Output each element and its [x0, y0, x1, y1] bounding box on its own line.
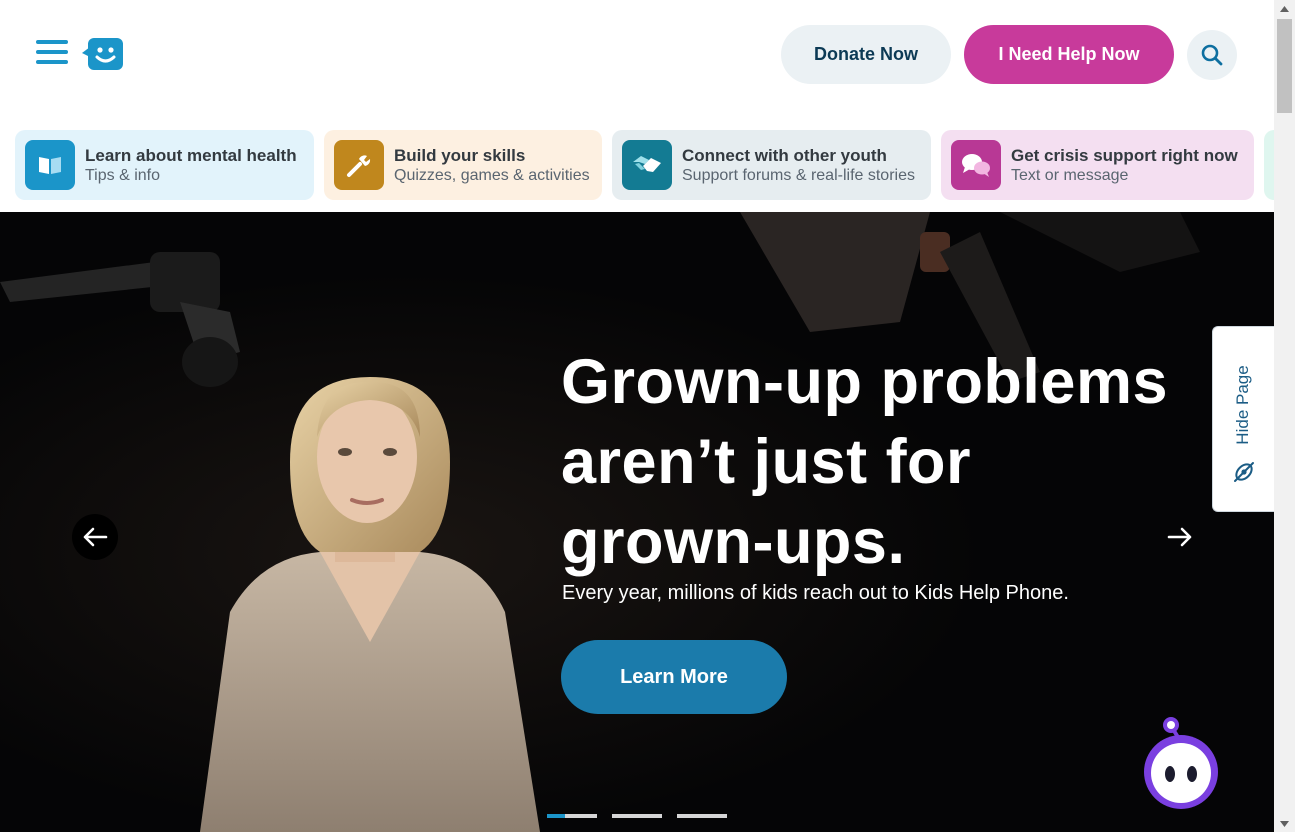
- carousel-dot-progress: [547, 814, 565, 818]
- hero-subtitle: Every year, millions of kids reach out t…: [562, 582, 1069, 604]
- hero-carousel: Grown-up problems aren’t just for grown-…: [0, 212, 1274, 832]
- scroll-down-arrow-icon[interactable]: [1274, 815, 1295, 832]
- category-card-crisis[interactable]: Get crisis support right now Text or mes…: [941, 130, 1254, 200]
- category-title: Learn about mental health: [85, 145, 297, 165]
- category-subtitle: Text or message: [1011, 166, 1129, 184]
- hide-page-label: Hide Page: [1233, 365, 1252, 445]
- search-button[interactable]: [1187, 30, 1237, 80]
- hide-page-tab[interactable]: Hide Page: [1212, 326, 1276, 512]
- need-help-button[interactable]: I Need Help Now: [964, 25, 1174, 84]
- category-card-next[interactable]: [1264, 130, 1274, 200]
- category-title: Connect with other youth: [682, 145, 887, 165]
- book-icon: [25, 140, 75, 190]
- category-title: Get crisis support right now: [1011, 145, 1238, 165]
- category-card-learn[interactable]: Learn about mental health Tips & info: [15, 130, 314, 200]
- carousel-dot[interactable]: [612, 814, 662, 818]
- category-subtitle: Quizzes, games & activities: [394, 166, 590, 184]
- site-header: Donate Now I Need Help Now: [0, 0, 1274, 112]
- category-card-skills[interactable]: Build your skills Quizzes, games & activ…: [324, 130, 602, 200]
- hero-title: Grown-up problems aren’t just for grown-…: [561, 347, 1168, 577]
- hamburger-menu-icon[interactable]: [36, 40, 68, 68]
- handshake-icon: [622, 140, 672, 190]
- eye-slash-icon: [1234, 462, 1254, 482]
- carousel-dot[interactable]: [677, 814, 727, 818]
- learn-more-button[interactable]: Learn More: [561, 640, 787, 714]
- page: Donate Now I Need Help Now Learn about m…: [0, 0, 1295, 832]
- scroll-up-arrow-icon[interactable]: [1274, 0, 1295, 17]
- carousel-next-button[interactable]: [1157, 514, 1203, 560]
- page-scrollbar[interactable]: [1274, 0, 1295, 832]
- wrench-icon: [334, 140, 384, 190]
- donate-button[interactable]: Donate Now: [781, 25, 951, 84]
- search-icon: [1201, 44, 1223, 66]
- robot-chat-icon[interactable]: [1141, 712, 1221, 812]
- arrow-left-icon: [83, 527, 108, 547]
- category-subtitle: Tips & info: [85, 166, 160, 184]
- category-card-connect[interactable]: Connect with other youth Support forums …: [612, 130, 931, 200]
- scrollbar-thumb[interactable]: [1277, 19, 1292, 113]
- chat-bubbles-icon: [951, 140, 1001, 190]
- carousel-prev-button[interactable]: [72, 514, 118, 560]
- category-cards: Learn about mental health Tips & info Bu…: [0, 130, 1274, 200]
- category-title: Build your skills: [394, 145, 526, 165]
- smiley-chat-bubble-logo[interactable]: [82, 37, 124, 71]
- category-subtitle: Support forums & real-life stories: [682, 166, 915, 184]
- arrow-right-icon: [1167, 527, 1192, 547]
- carousel-dot[interactable]: [547, 814, 597, 818]
